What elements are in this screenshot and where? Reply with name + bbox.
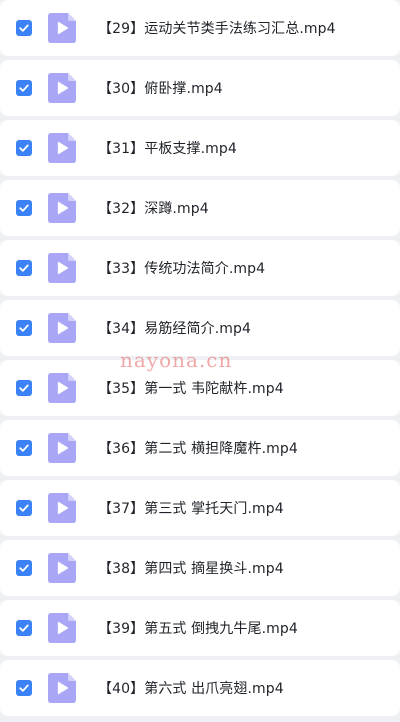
checkmark-icon (19, 564, 29, 572)
checkmark-icon (19, 24, 29, 32)
video-file-play-icon (48, 133, 76, 163)
file-row[interactable]: 【30】俯卧撑.mp4 (0, 60, 400, 116)
video-file-play-icon (48, 553, 76, 583)
file-row[interactable]: 【33】传统功法简介.mp4 (0, 240, 400, 296)
file-checkbox[interactable] (16, 260, 32, 276)
file-checkbox[interactable] (16, 140, 32, 156)
file-checkbox[interactable] (16, 440, 32, 456)
file-name: 【40】第六式 出爪亮翅.mp4 (98, 681, 284, 697)
file-checkbox[interactable] (16, 380, 32, 396)
checkmark-icon (19, 264, 29, 272)
file-row[interactable]: 【31】平板支撑.mp4 (0, 120, 400, 176)
file-checkbox[interactable] (16, 680, 32, 696)
video-file-play-icon (48, 673, 76, 703)
checkmark-icon (19, 84, 29, 92)
checkmark-icon (19, 144, 29, 152)
video-file-play-icon (48, 373, 76, 403)
file-name: 【29】运动关节类手法练习汇总.mp4 (98, 21, 336, 37)
file-name: 【38】第四式 摘星换斗.mp4 (98, 561, 284, 577)
file-row[interactable]: 【29】运动关节类手法练习汇总.mp4 (0, 0, 400, 56)
file-row[interactable]: 【39】第五式 倒拽九牛尾.mp4 (0, 600, 400, 656)
file-row[interactable]: 【37】第三式 掌托天门.mp4 (0, 480, 400, 536)
file-name: 【31】平板支撑.mp4 (98, 141, 237, 157)
file-checkbox[interactable] (16, 500, 32, 516)
checkmark-icon (19, 504, 29, 512)
file-checkbox[interactable] (16, 560, 32, 576)
video-file-play-icon (48, 13, 76, 43)
video-file-play-icon (48, 313, 76, 343)
file-checkbox[interactable] (16, 200, 32, 216)
checkmark-icon (19, 324, 29, 332)
file-name: 【39】第五式 倒拽九牛尾.mp4 (98, 621, 298, 637)
video-file-play-icon (48, 193, 76, 223)
file-checkbox[interactable] (16, 320, 32, 336)
file-checkbox[interactable] (16, 80, 32, 96)
video-file-play-icon (48, 493, 76, 523)
video-file-play-icon (48, 613, 76, 643)
file-name: 【35】第一式 韦陀献杵.mp4 (98, 381, 284, 397)
file-name: 【34】易筋经简介.mp4 (98, 321, 251, 337)
video-file-play-icon (48, 433, 76, 463)
file-name: 【36】第二式 横担降魔杵.mp4 (98, 441, 298, 457)
checkmark-icon (19, 204, 29, 212)
video-file-play-icon (48, 253, 76, 283)
file-row[interactable]: 【32】深蹲.mp4 (0, 180, 400, 236)
file-name: 【30】俯卧撑.mp4 (98, 81, 223, 97)
checkmark-icon (19, 444, 29, 452)
file-row[interactable]: 【38】第四式 摘星换斗.mp4 (0, 540, 400, 596)
checkmark-icon (19, 384, 29, 392)
file-row[interactable]: 【34】易筋经简介.mp4 (0, 300, 400, 356)
file-name: 【33】传统功法简介.mp4 (98, 261, 266, 277)
video-file-play-icon (48, 73, 76, 103)
file-checkbox[interactable] (16, 20, 32, 36)
checkmark-icon (19, 624, 29, 632)
checkmark-icon (19, 684, 29, 692)
file-row[interactable]: 【40】第六式 出爪亮翅.mp4 (0, 660, 400, 716)
file-row[interactable]: 【36】第二式 横担降魔杵.mp4 (0, 420, 400, 476)
file-row[interactable]: 【35】第一式 韦陀献杵.mp4 (0, 360, 400, 416)
file-name: 【37】第三式 掌托天门.mp4 (98, 501, 284, 517)
file-name: 【32】深蹲.mp4 (98, 201, 209, 217)
file-checkbox[interactable] (16, 620, 32, 636)
